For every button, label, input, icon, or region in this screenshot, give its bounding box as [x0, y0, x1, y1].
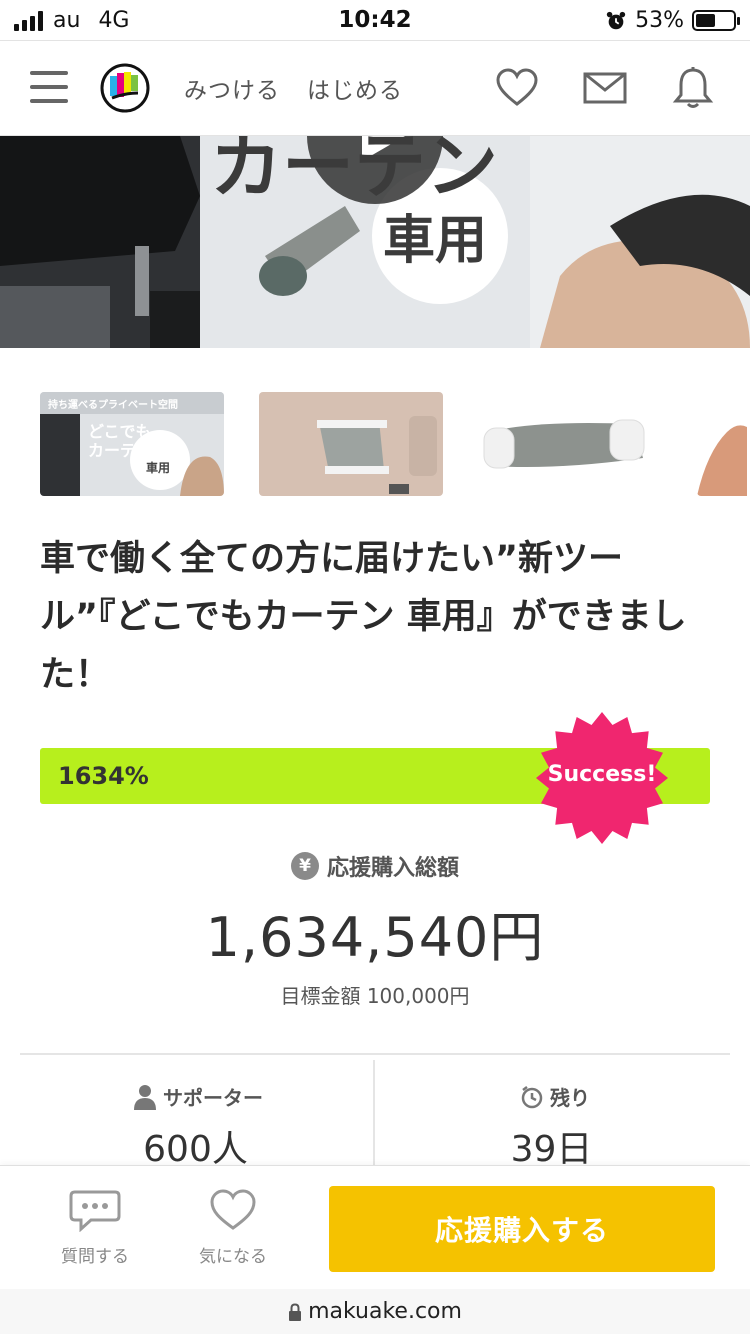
mail-icon[interactable]: [582, 65, 628, 111]
browser-url-bar[interactable]: makuake.com: [0, 1289, 750, 1334]
person-icon: [134, 1084, 156, 1110]
funding-progress-bar: 1634% Success!: [40, 712, 710, 844]
url-text: makuake.com: [308, 1299, 462, 1324]
thumbnail-1[interactable]: 持ち運べるプライベート空間 どこでも カーテン 車用: [40, 392, 224, 496]
battery-fill: [696, 14, 716, 27]
thumbnail-4[interactable]: [697, 392, 750, 496]
thumbnail-3[interactable]: [478, 392, 662, 496]
clock-icon: [521, 1085, 543, 1108]
hamburger-menu-icon[interactable]: [30, 71, 68, 103]
thumbnail-1-caption: 持ち運べるプライベート空間: [48, 398, 178, 411]
nav-start[interactable]: はじめる: [307, 71, 403, 105]
amount-label-text: 応援購入総額: [326, 856, 459, 881]
total-amount: 1,634,540円: [205, 906, 545, 969]
amount-label: ¥ 応援購入総額: [0, 850, 750, 882]
status-bar: au 4G 10:42 53%: [0, 0, 750, 40]
site-header: みつける はじめる: [0, 40, 750, 136]
bell-icon[interactable]: [670, 65, 716, 111]
heart-outline-icon: [210, 1189, 256, 1230]
nav-discover[interactable]: みつける: [184, 71, 280, 105]
hero-gap: [0, 348, 750, 392]
thumbnail-1-line2: カーテン: [88, 441, 152, 460]
supporters-label: サポーター: [133, 1082, 263, 1111]
supporters-label-text: サポーター: [163, 1086, 263, 1110]
support-purchase-button[interactable]: 応援購入する: [329, 1186, 715, 1272]
remaining-label-text: 残り: [550, 1086, 590, 1110]
battery-icon: [692, 10, 740, 31]
stats-divider: [20, 1053, 730, 1055]
ask-question-button[interactable]: 質問する: [40, 1188, 150, 1267]
hero-subheadline: 車用: [383, 211, 487, 271]
hero-video[interactable]: カーテン 車用: [0, 136, 750, 348]
favorite-button[interactable]: 気になる: [178, 1188, 288, 1267]
goal-amount: 目標金額 100,000円: [280, 984, 470, 1008]
lock-icon: [289, 1302, 302, 1321]
thumbnail-2[interactable]: [259, 392, 443, 496]
project-title: 車で働く全ての方に届けたい”新ツール”『どこでもカーテン 車用』ができました！: [40, 539, 687, 695]
hero-headline: カーテン: [210, 136, 498, 208]
thumbnail-1-line3: 車用: [146, 460, 170, 475]
alarm-icon: [606, 11, 626, 29]
status-right: 53%: [605, 8, 740, 33]
remaining-label: 残り: [520, 1082, 590, 1111]
heart-icon[interactable]: [494, 65, 540, 111]
progress-percent: 1634%: [58, 762, 149, 790]
success-badge: Success!: [547, 762, 657, 787]
yen-icon: ¥: [290, 852, 319, 880]
battery-percent: 53%: [635, 8, 684, 33]
thumbnail-strip: 持ち運べるプライベート空間 どこでも カーテン 車用: [40, 392, 750, 496]
makuake-logo[interactable]: [100, 63, 150, 113]
chat-bubble-icon: [69, 1190, 121, 1233]
favorite-label: 気になる: [199, 1247, 267, 1267]
bottom-action-bar: 質問する 気になる 応援購入する: [0, 1165, 750, 1289]
ask-question-label: 質問する: [61, 1247, 129, 1267]
thumbnail-1-line1: どこでも: [88, 422, 152, 441]
